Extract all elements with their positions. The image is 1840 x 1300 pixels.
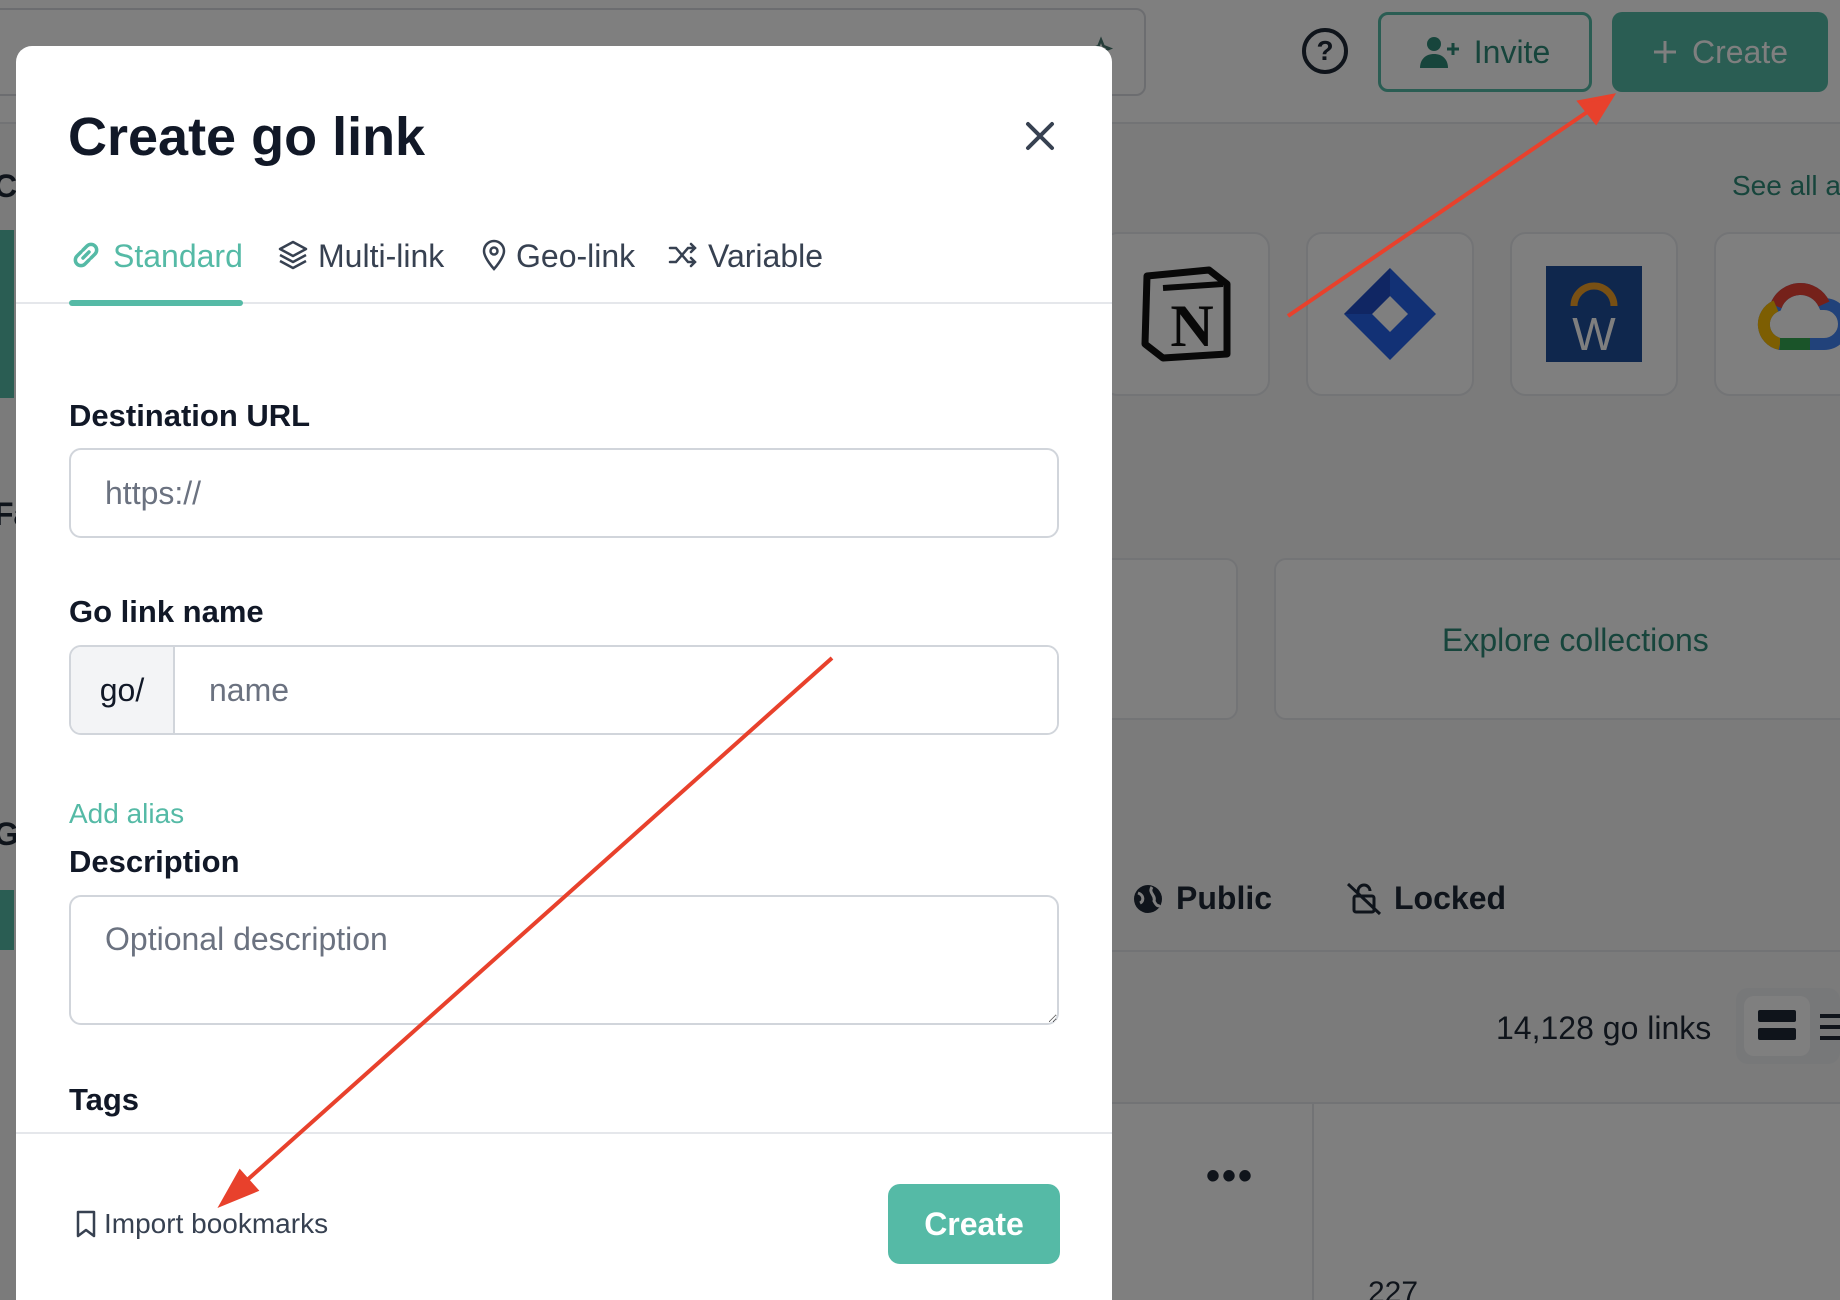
tab-multi-link-label: Multi-link [318,238,445,274]
go-link-name-label: Go link name [69,594,264,629]
tags-label: Tags [69,1082,140,1117]
go-link-name-input[interactable] [175,647,1057,733]
layers-icon [278,240,308,270]
link-type-tabs: Standard Multi-link Geo-link Variable [16,222,1112,306]
tab-geo-link[interactable]: Geo-link [482,222,635,304]
close-button[interactable] [1018,114,1062,158]
go-prefix: go/ [71,647,175,733]
tab-standard[interactable]: Standard [69,222,243,306]
tab-variable-label: Variable [708,238,824,274]
link-icon [73,242,99,268]
add-alias-link[interactable]: Add alias [69,798,184,830]
map-pin-icon [482,239,506,271]
tab-multi-link[interactable]: Multi-link [278,222,444,304]
tab-variable[interactable]: Variable [668,222,823,304]
import-bookmarks-label: Import bookmarks [104,1208,329,1239]
destination-url-label: Destination URL [69,398,311,433]
go-link-name-field: go/ [69,645,1059,735]
modal-title: Create go link [68,107,426,167]
create-go-link-modal: Create go link Standard Multi-link Geo-l… [16,46,1112,1300]
close-icon [1026,122,1054,150]
description-textarea[interactable] [69,895,1059,1025]
shuffle-icon [668,242,697,268]
bookmark-icon [76,1210,96,1238]
tab-standard-label: Standard [113,238,243,274]
modal-footer: Import bookmarks Create [16,1132,1112,1300]
create-button[interactable]: Create [888,1184,1060,1264]
tab-geo-link-label: Geo-link [516,238,636,274]
destination-url-input[interactable] [69,448,1059,538]
description-label: Description [69,844,240,879]
import-bookmarks-link[interactable]: Import bookmarks [74,1208,328,1240]
